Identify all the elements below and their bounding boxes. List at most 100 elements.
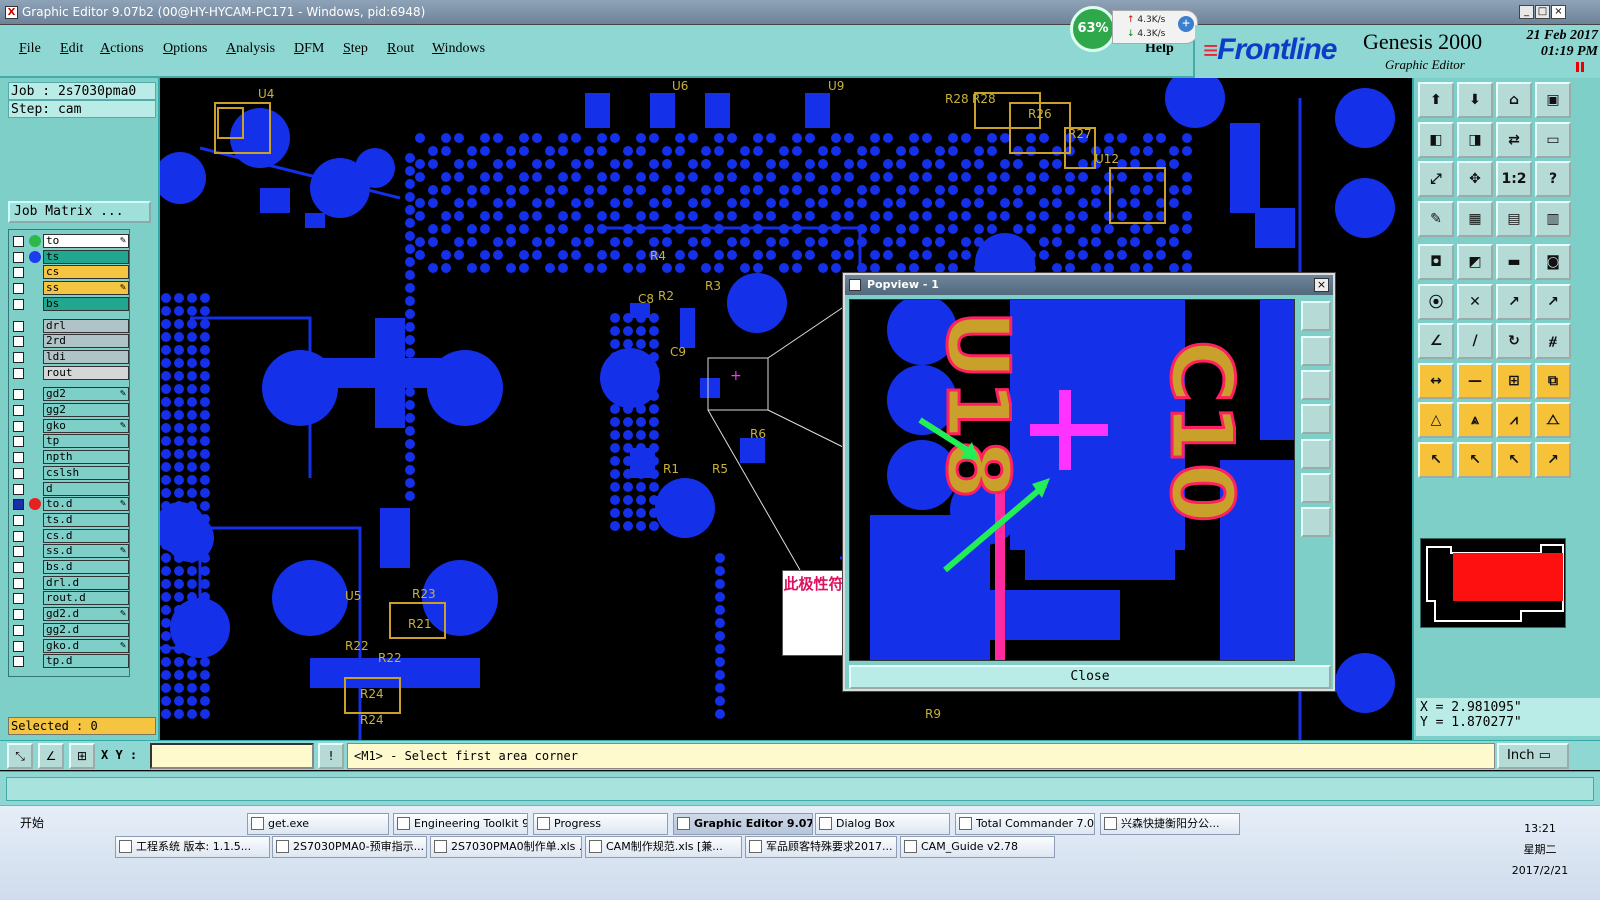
- line-arrow-icon[interactable]: ↗: [1496, 283, 1532, 320]
- job-matrix-button[interactable]: Job Matrix ...: [8, 201, 151, 223]
- popview-close-icon[interactable]: ×: [1314, 278, 1329, 292]
- taskbar-item[interactable]: 军品顾客特殊要求2017...: [745, 836, 897, 858]
- feature-add-icon[interactable]: ◘: [1418, 244, 1454, 280]
- snap-icon[interactable]: ◙: [1535, 244, 1571, 280]
- layer-checkbox[interactable]: [13, 298, 24, 310]
- zoom-step-icon[interactable]: ▭: [1535, 121, 1571, 158]
- layer-name[interactable]: cslsh: [43, 465, 129, 480]
- popview-drawing[interactable]: U18 C10: [850, 300, 1295, 661]
- taskbar-item[interactable]: get.exe: [247, 813, 389, 835]
- layer-checkbox[interactable]: [13, 577, 24, 589]
- menu-dfm[interactable]: DFM: [294, 41, 324, 57]
- select-b-icon[interactable]: ↖: [1457, 441, 1493, 478]
- layer-name[interactable]: gd2.d ✎: [43, 607, 129, 622]
- zoom-board-icon[interactable]: ⌂: [1496, 82, 1532, 118]
- layer-name[interactable]: cs: [43, 265, 129, 280]
- layer-name[interactable]: tp.d: [43, 654, 129, 669]
- close-window-button[interactable]: ×: [1551, 5, 1566, 19]
- layer-checkbox[interactable]: [13, 436, 24, 448]
- layer-name[interactable]: rout.d: [43, 591, 129, 606]
- layer-row-cslsh[interactable]: cslsh: [9, 465, 131, 481]
- layer-row-drl[interactable]: drl: [9, 318, 131, 334]
- triangle-c-icon[interactable]: ⩘: [1496, 402, 1532, 438]
- select-a-icon[interactable]: ↖: [1418, 441, 1454, 478]
- layer-checkbox[interactable]: [13, 530, 24, 542]
- filter-b-icon[interactable]: ▥: [1535, 200, 1571, 237]
- layer-checkbox[interactable]: [13, 656, 24, 668]
- grid-icon[interactable]: ⊞: [69, 743, 95, 769]
- zoom-home-icon[interactable]: ⬆: [1418, 82, 1454, 118]
- pan-left-icon[interactable]: ◧: [1418, 121, 1454, 158]
- pan-right-icon[interactable]: ◨: [1457, 121, 1493, 158]
- alert-icon[interactable]: !: [318, 743, 344, 769]
- layer-checkbox[interactable]: [13, 267, 24, 279]
- layer-row-gg2-d[interactable]: gg2.d: [9, 622, 131, 638]
- popview-pan-down-button[interactable]: [1301, 370, 1331, 400]
- taskbar-item[interactable]: CAM制作规范.xls [兼...: [585, 836, 742, 858]
- layer-row-2rd[interactable]: 2rd: [9, 334, 131, 349]
- menu-edit[interactable]: Edit: [60, 41, 83, 57]
- angle-icon[interactable]: ∠: [1418, 323, 1454, 359]
- layer-row-cs[interactable]: cs: [9, 265, 131, 280]
- layer-row-gd2[interactable]: gd2 ✎: [9, 387, 131, 402]
- layer-row-ldi[interactable]: ldi: [9, 349, 131, 365]
- layer-row-drl-d[interactable]: drl.d: [9, 575, 131, 591]
- layer-checkbox[interactable]: [13, 514, 24, 526]
- layer-checkbox[interactable]: [13, 593, 24, 605]
- layer-row-to-d[interactable]: to.d ✎: [9, 497, 131, 512]
- select-d-icon[interactable]: ↗: [1535, 441, 1571, 478]
- layer-name[interactable]: npth: [43, 450, 129, 465]
- popview-pan-up-button[interactable]: [1301, 336, 1331, 366]
- plus-icon[interactable]: +: [1178, 16, 1194, 32]
- layer-name[interactable]: ts: [43, 249, 129, 264]
- ruler-icon[interactable]: ▬: [1496, 244, 1532, 280]
- layer-row-ts-d[interactable]: ts.d: [9, 512, 131, 528]
- layer-checkbox[interactable]: [13, 483, 24, 495]
- taskbar-item[interactable]: 2S7030PMA0制作单.xls ...: [430, 836, 582, 858]
- layer-name[interactable]: ts.d: [43, 512, 129, 527]
- config-icon[interactable]: ✎: [1418, 200, 1454, 237]
- popview-pan-left-button[interactable]: [1301, 404, 1331, 434]
- taskbar-item[interactable]: Dialog Box: [815, 813, 950, 835]
- zoom-in-icon[interactable]: ⬇: [1457, 82, 1493, 118]
- layer-row-ss-d[interactable]: ss.d ✎: [9, 544, 131, 559]
- minimize-button[interactable]: _: [1519, 5, 1534, 19]
- layer-row-gg2[interactable]: gg2: [9, 403, 131, 418]
- layer-row-bs[interactable]: bs: [9, 296, 131, 312]
- layer-checkbox[interactable]: [13, 640, 24, 652]
- taskbar-item[interactable]: 2S7030PMA0-预审指示...: [272, 836, 427, 858]
- layer-row-d[interactable]: d: [9, 481, 131, 497]
- layer-checkbox[interactable]: [13, 562, 24, 573]
- triangle-b-icon[interactable]: ⩓: [1457, 402, 1493, 438]
- layer-checkbox[interactable]: [13, 546, 24, 558]
- menu-step[interactable]: Step: [343, 41, 368, 57]
- layer-name[interactable]: bs: [43, 296, 129, 311]
- filter-a-icon[interactable]: ▤: [1496, 200, 1532, 237]
- network-speed-widget[interactable]: 63% ↑ 4.3K/s ↓ 4.3K/s +: [1070, 6, 1200, 52]
- layer-checkbox[interactable]: [13, 336, 24, 348]
- fit-icon[interactable]: ⤢: [1418, 161, 1454, 197]
- maximize-button[interactable]: □: [1535, 5, 1550, 19]
- menu-windows[interactable]: Windows: [432, 41, 485, 57]
- layer-name[interactable]: gko ✎: [43, 418, 129, 433]
- layer-name[interactable]: to ✎: [43, 234, 129, 248]
- menu-analysis[interactable]: Analysis: [226, 41, 275, 57]
- taskbar-item[interactable]: CAM_Guide v2.78: [900, 836, 1055, 858]
- layer-name[interactable]: gg2.d: [43, 622, 129, 637]
- center-icon[interactable]: ✥: [1457, 161, 1493, 197]
- popview-close-button[interactable]: Close: [849, 665, 1331, 689]
- layer-row-bs-d[interactable]: bs.d: [9, 560, 131, 575]
- menu-actions[interactable]: Actions: [100, 41, 144, 57]
- taskbar-item[interactable]: Total Commander 7.0...: [955, 813, 1095, 835]
- menu-file[interactable]: File: [19, 41, 41, 57]
- swap-icon[interactable]: ⇄: [1496, 121, 1532, 158]
- layer-row-cs-d[interactable]: cs.d: [9, 528, 131, 544]
- layer-checkbox[interactable]: [13, 467, 24, 479]
- surface-icon[interactable]: ◩: [1457, 244, 1493, 280]
- layer-row-to[interactable]: to ✎: [9, 234, 131, 249]
- layer-checkbox[interactable]: [13, 251, 24, 263]
- taskbar-item[interactable]: 工程系统 版本: 1.1.5...: [115, 836, 270, 858]
- layer-checkbox[interactable]: [13, 405, 24, 416]
- layer-row-rout[interactable]: rout: [9, 365, 131, 381]
- taskbar-item[interactable]: Graphic Editor 9.07...: [673, 813, 813, 835]
